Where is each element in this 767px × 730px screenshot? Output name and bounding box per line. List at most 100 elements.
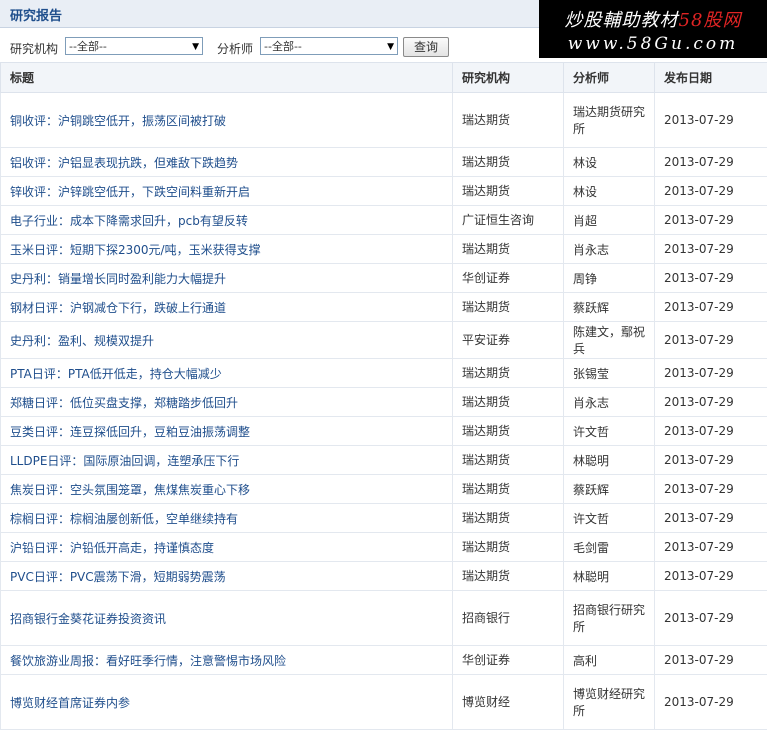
report-date: 2013-07-29	[655, 264, 767, 293]
report-analyst: 毛剑雷	[564, 533, 655, 562]
report-date: 2013-07-29	[655, 417, 767, 446]
table-row: 铝收评：沪铝显表现抗跌，但难敌下跌趋势瑞达期货林设2013-07-29	[1, 148, 767, 177]
table-row: 玉米日评：短期下探2300元/吨，玉米获得支撑瑞达期货肖永志2013-07-29	[1, 235, 767, 264]
report-analyst: 许文哲	[564, 504, 655, 533]
report-title-link[interactable]: PTA日评：PTA低开低走，持仓大幅减少	[1, 359, 453, 388]
table-row: 电子行业：成本下降需求回升，pcb有望反转广证恒生咨询肖超2013-07-29	[1, 206, 767, 235]
report-title-link[interactable]: 铜收评：沪铜跳空低开，振荡区间被打破	[1, 93, 453, 148]
report-org: 瑞达期货	[453, 417, 564, 446]
report-date: 2013-07-29	[655, 293, 767, 322]
report-org: 瑞达期货	[453, 93, 564, 148]
table-row: 钢材日评：沪钢减仓下行，跌破上行通道瑞达期货蔡跃辉2013-07-29	[1, 293, 767, 322]
report-org: 瑞达期货	[453, 446, 564, 475]
report-org: 瑞达期货	[453, 235, 564, 264]
report-analyst: 蔡跃辉	[564, 293, 655, 322]
query-button[interactable]: 查询	[403, 37, 449, 57]
report-title-link[interactable]: 郑糖日评：低位买盘支撑，郑糖踏步低回升	[1, 388, 453, 417]
report-date: 2013-07-29	[655, 533, 767, 562]
report-title-link[interactable]: 铝收评：沪铝显表现抗跌，但难敌下跌趋势	[1, 148, 453, 177]
report-analyst: 林聪明	[564, 446, 655, 475]
report-analyst: 招商银行研究所	[564, 591, 655, 646]
table-row: PTA日评：PTA低开低走，持仓大幅减少瑞达期货张锡莹2013-07-29	[1, 359, 767, 388]
report-org: 瑞达期货	[453, 388, 564, 417]
report-title-link[interactable]: 电子行业：成本下降需求回升，pcb有望反转	[1, 206, 453, 235]
report-analyst: 肖超	[564, 206, 655, 235]
report-date: 2013-07-29	[655, 177, 767, 206]
report-title-link[interactable]: 棕榈日评：棕榈油屡创新低，空单继续持有	[1, 504, 453, 533]
report-title-link[interactable]: 沪铅日评：沪铅低开高走，持谨慎态度	[1, 533, 453, 562]
report-title-link[interactable]: 博览财经首席证券内参	[1, 675, 453, 730]
report-title-link[interactable]: 焦炭日评：空头氛围笼罩，焦煤焦炭重心下移	[1, 475, 453, 504]
report-org: 华创证券	[453, 264, 564, 293]
report-date: 2013-07-29	[655, 562, 767, 591]
report-date: 2013-07-29	[655, 235, 767, 264]
chevron-down-icon: ▼	[192, 38, 199, 56]
report-title-link[interactable]: 锌收评：沪锌跳空低开，下跌空间料重新开启	[1, 177, 453, 206]
report-title-link[interactable]: 餐饮旅游业周报：看好旺季行情，注意警惕市场风险	[1, 646, 453, 675]
watermark-prefix: 炒股輔助教材	[565, 10, 679, 31]
table-row: 铜收评：沪铜跳空低开，振荡区间被打破瑞达期货瑞达期货研究所2013-07-29	[1, 93, 767, 148]
report-org: 华创证券	[453, 646, 564, 675]
report-title-link[interactable]: 玉米日评：短期下探2300元/吨，玉米获得支撑	[1, 235, 453, 264]
report-title-link[interactable]: 钢材日评：沪钢减仓下行，跌破上行通道	[1, 293, 453, 322]
org-select[interactable]: --全部-- ▼	[65, 37, 203, 55]
analyst-filter-label: 分析师	[217, 40, 253, 57]
report-org: 瑞达期货	[453, 293, 564, 322]
column-header-title[interactable]: 标题	[1, 63, 453, 93]
report-date: 2013-07-29	[655, 322, 767, 359]
chevron-down-icon: ▼	[387, 38, 394, 56]
table-row: 锌收评：沪锌跳空低开，下跌空间料重新开启瑞达期货林设2013-07-29	[1, 177, 767, 206]
table-row: 史丹利：销量增长同时盈利能力大幅提升华创证券周铮2013-07-29	[1, 264, 767, 293]
table-row: 招商银行金葵花证券投资资讯招商银行招商银行研究所2013-07-29	[1, 591, 767, 646]
report-org: 瑞达期货	[453, 148, 564, 177]
report-date: 2013-07-29	[655, 475, 767, 504]
report-org: 招商银行	[453, 591, 564, 646]
table-row: 史丹利：盈利、规模双提升平安证券陈建文，鄢祝兵2013-07-29	[1, 322, 767, 359]
watermark-url: www.58Gu.com	[539, 34, 767, 54]
table-row: 焦炭日评：空头氛围笼罩，焦煤焦炭重心下移瑞达期货蔡跃辉2013-07-29	[1, 475, 767, 504]
report-analyst: 肖永志	[564, 235, 655, 264]
report-title-link[interactable]: PVC日评：PVC震荡下滑，短期弱势震荡	[1, 562, 453, 591]
report-org: 瑞达期货	[453, 475, 564, 504]
report-title-link[interactable]: 史丹利：销量增长同时盈利能力大幅提升	[1, 264, 453, 293]
table-row: LLDPE日评：国际原油回调，连塑承压下行瑞达期货林聪明2013-07-29	[1, 446, 767, 475]
column-header-analyst[interactable]: 分析师	[564, 63, 655, 93]
report-analyst: 张锡莹	[564, 359, 655, 388]
watermark-banner: 炒股輔助教材58股网 www.58Gu.com	[539, 0, 767, 58]
report-analyst: 陈建文，鄢祝兵	[564, 322, 655, 359]
table-row: PVC日评：PVC震荡下滑，短期弱势震荡瑞达期货林聪明2013-07-29	[1, 562, 767, 591]
report-org: 广证恒生咨询	[453, 206, 564, 235]
report-analyst: 林设	[564, 148, 655, 177]
table-header-row: 标题 研究机构 分析师 发布日期	[1, 63, 767, 93]
report-org: 瑞达期货	[453, 359, 564, 388]
report-analyst: 瑞达期货研究所	[564, 93, 655, 148]
table-body: 铜收评：沪铜跳空低开，振荡区间被打破瑞达期货瑞达期货研究所2013-07-29铝…	[1, 93, 767, 730]
report-analyst: 周铮	[564, 264, 655, 293]
org-filter-label: 研究机构	[10, 40, 58, 57]
report-org: 瑞达期货	[453, 504, 564, 533]
report-analyst: 高利	[564, 646, 655, 675]
report-analyst: 林设	[564, 177, 655, 206]
report-title-link[interactable]: LLDPE日评：国际原油回调，连塑承压下行	[1, 446, 453, 475]
table-row: 沪铅日评：沪铅低开高走，持谨慎态度瑞达期货毛剑雷2013-07-29	[1, 533, 767, 562]
report-title-link[interactable]: 招商银行金葵花证券投资资讯	[1, 591, 453, 646]
report-org: 博览财经	[453, 675, 564, 730]
report-title-link[interactable]: 豆类日评：连豆探低回升，豆粕豆油振荡调整	[1, 417, 453, 446]
report-analyst: 许文哲	[564, 417, 655, 446]
analyst-select[interactable]: --全部-- ▼	[260, 37, 398, 55]
watermark-line1: 炒股輔助教材58股网	[539, 6, 767, 32]
table-row: 餐饮旅游业周报：看好旺季行情，注意警惕市场风险华创证券高利2013-07-29	[1, 646, 767, 675]
report-date: 2013-07-29	[655, 446, 767, 475]
report-date: 2013-07-29	[655, 359, 767, 388]
report-table: 标题 研究机构 分析师 发布日期 铜收评：沪铜跳空低开，振荡区间被打破瑞达期货瑞…	[0, 62, 767, 730]
report-date: 2013-07-29	[655, 93, 767, 148]
report-analyst: 肖永志	[564, 388, 655, 417]
column-header-org[interactable]: 研究机构	[453, 63, 564, 93]
report-title-link[interactable]: 史丹利：盈利、规模双提升	[1, 322, 453, 359]
report-org: 瑞达期货	[453, 562, 564, 591]
report-date: 2013-07-29	[655, 206, 767, 235]
report-date: 2013-07-29	[655, 148, 767, 177]
column-header-date[interactable]: 发布日期	[655, 63, 767, 93]
report-date: 2013-07-29	[655, 504, 767, 533]
report-org: 瑞达期货	[453, 177, 564, 206]
